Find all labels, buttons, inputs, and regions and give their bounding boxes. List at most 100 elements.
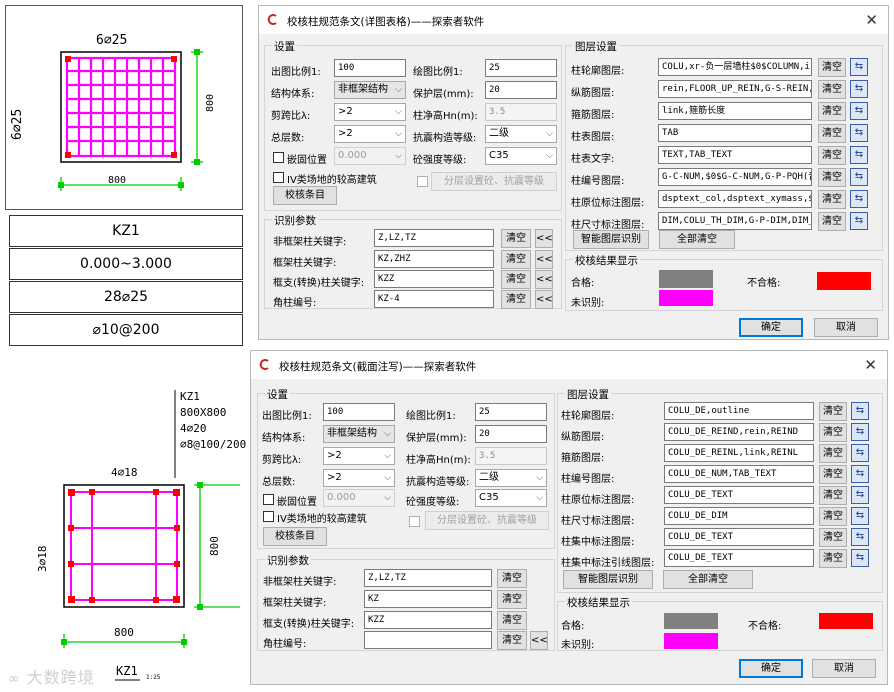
frame-key-input[interactable]: KZ,ZHZ bbox=[374, 250, 494, 268]
struct-select[interactable]: 非框架结构 ⌵ bbox=[323, 425, 395, 443]
layer-row-input[interactable]: COLU_DE_NUM,TAB_TEXT bbox=[664, 465, 814, 483]
layer-row-input[interactable]: COLU_DE_DIM bbox=[664, 507, 814, 525]
layer-row-input[interactable]: TEXT,TAB_TEXT bbox=[658, 146, 812, 164]
layer-row-input[interactable]: dsptext_col,dsptext_xymass,$( bbox=[658, 190, 812, 208]
corner-col-input[interactable]: KZ-4 bbox=[374, 290, 494, 308]
cover-input[interactable]: 20 bbox=[485, 81, 557, 99]
cover-input[interactable]: 20 bbox=[475, 425, 547, 443]
clear-button[interactable]: 清空 bbox=[501, 250, 531, 269]
clear-all-button[interactable]: 全部清空 bbox=[663, 570, 753, 589]
pick-layer-icon[interactable]: ⇆ bbox=[851, 465, 869, 483]
pick-layer-icon[interactable]: ⇆ bbox=[850, 58, 868, 76]
cancel-button[interactable]: 取消 bbox=[814, 318, 878, 337]
pick-layer-icon[interactable]: ⇆ bbox=[851, 486, 869, 504]
clear-button[interactable]: 清空 bbox=[818, 124, 846, 143]
clear-button[interactable]: 清空 bbox=[501, 270, 531, 289]
layer-set-checkbox[interactable] bbox=[409, 516, 420, 527]
pick-layer-icon[interactable]: ⇆ bbox=[850, 146, 868, 164]
pick-button[interactable]: << bbox=[535, 229, 553, 248]
check-items-button[interactable]: 校核条目 bbox=[273, 186, 337, 205]
nonframe-key-input[interactable]: Z,LZ,TZ bbox=[364, 569, 492, 587]
pick-layer-icon[interactable]: ⇆ bbox=[851, 402, 869, 420]
nonframe-key-input[interactable]: Z,LZ,TZ bbox=[374, 229, 494, 247]
pick-layer-icon[interactable]: ⇆ bbox=[850, 168, 868, 186]
clear-button[interactable]: 清空 bbox=[818, 168, 846, 187]
ok-button[interactable]: 确定 bbox=[739, 659, 803, 678]
clear-button[interactable]: 清空 bbox=[819, 549, 847, 568]
iv-site-checkbox[interactable] bbox=[273, 172, 284, 183]
clear-button[interactable]: 清空 bbox=[497, 611, 527, 630]
frame-key-input[interactable]: KZ bbox=[364, 590, 492, 608]
pick-button[interactable]: << bbox=[535, 270, 553, 289]
shear-select[interactable]: >2 ⌵ bbox=[334, 103, 406, 121]
seismic-select[interactable]: 二级 ⌵ bbox=[485, 125, 557, 143]
clear-button[interactable]: 清空 bbox=[819, 507, 847, 526]
layer-row-input[interactable]: DIM,COLU_TH_DIM,G-P-DIM,DIM_! bbox=[658, 212, 812, 230]
pick-layer-icon[interactable]: ⇆ bbox=[850, 190, 868, 208]
layer-row-input[interactable]: COLU,xr-负一层墙柱$0$COLUMN,i bbox=[658, 58, 812, 76]
struct-select[interactable]: 非框架结构 ⌵ bbox=[334, 81, 406, 99]
pick-layer-icon[interactable]: ⇆ bbox=[850, 212, 868, 230]
floors-select[interactable]: >2 ⌵ bbox=[323, 469, 395, 487]
pick-layer-icon[interactable]: ⇆ bbox=[850, 124, 868, 142]
pick-button[interactable]: << bbox=[535, 250, 553, 269]
check-items-button[interactable]: 校核条目 bbox=[263, 527, 327, 546]
layer-row-input[interactable]: TAB bbox=[658, 124, 812, 142]
clear-button[interactable]: 清空 bbox=[818, 80, 846, 99]
smart-layer-button[interactable]: 智能图层识别 bbox=[573, 230, 649, 249]
clear-button[interactable]: 清空 bbox=[818, 146, 846, 165]
clear-button[interactable]: 清空 bbox=[497, 631, 527, 650]
clear-button[interactable]: 清空 bbox=[497, 590, 527, 609]
pick-layer-icon[interactable]: ⇆ bbox=[851, 528, 869, 546]
embed-checkbox[interactable] bbox=[273, 152, 284, 163]
close-icon[interactable]: ✕ bbox=[864, 356, 877, 374]
layer-row-input[interactable]: COLU_DE_REIND,rein,REIND bbox=[664, 423, 814, 441]
layer-row-input[interactable]: COLU_DE_REINL,link,REINL bbox=[664, 444, 814, 462]
concrete-select[interactable]: C35 ⌵ bbox=[475, 489, 547, 507]
clear-button[interactable]: 清空 bbox=[501, 229, 531, 248]
clear-button[interactable]: 清空 bbox=[497, 569, 527, 588]
clear-button[interactable]: 清空 bbox=[819, 444, 847, 463]
pick-layer-icon[interactable]: ⇆ bbox=[851, 549, 869, 567]
layer-row-input[interactable]: rein,FLOOR_UP_REIN,G-S-REIN,( bbox=[658, 80, 812, 98]
clear-button[interactable]: 清空 bbox=[501, 290, 531, 309]
pick-layer-icon[interactable]: ⇆ bbox=[851, 444, 869, 462]
draw-scale-input[interactable]: 25 bbox=[475, 403, 547, 421]
pick-layer-icon[interactable]: ⇆ bbox=[851, 423, 869, 441]
clear-all-button[interactable]: 全部清空 bbox=[659, 230, 735, 249]
cancel-button[interactable]: 取消 bbox=[812, 659, 876, 678]
layer-row-input[interactable]: COLU_DE_TEXT bbox=[664, 528, 814, 546]
clear-button[interactable]: 清空 bbox=[819, 423, 847, 442]
clear-button[interactable]: 清空 bbox=[819, 528, 847, 547]
concrete-select[interactable]: C35 ⌵ bbox=[485, 147, 557, 165]
transfer-key-input[interactable]: KZZ bbox=[364, 611, 492, 629]
embed-checkbox[interactable] bbox=[263, 494, 274, 505]
corner-col-input[interactable] bbox=[364, 631, 492, 649]
pick-layer-icon[interactable]: ⇆ bbox=[850, 102, 868, 120]
layer-row-input[interactable]: COLU_DE,outline bbox=[664, 402, 814, 420]
draw-scale-input[interactable]: 25 bbox=[485, 59, 557, 77]
transfer-key-input[interactable]: KZZ bbox=[374, 270, 494, 288]
clear-button[interactable]: 清空 bbox=[819, 402, 847, 421]
layer-set-checkbox[interactable] bbox=[417, 176, 428, 187]
clear-button[interactable]: 清空 bbox=[818, 58, 846, 77]
layer-row-input[interactable]: COLU_DE_TEXT bbox=[664, 486, 814, 504]
ok-button[interactable]: 确定 bbox=[739, 318, 803, 337]
clear-button[interactable]: 清空 bbox=[819, 486, 847, 505]
out-scale-input[interactable]: 100 bbox=[323, 403, 395, 421]
out-scale-input[interactable]: 100 bbox=[334, 59, 406, 77]
clear-button[interactable]: 清空 bbox=[818, 212, 846, 231]
clear-button[interactable]: 清空 bbox=[819, 465, 847, 484]
smart-layer-button[interactable]: 智能图层识别 bbox=[563, 570, 653, 589]
pick-layer-icon[interactable]: ⇆ bbox=[851, 507, 869, 525]
pick-layer-icon[interactable]: ⇆ bbox=[850, 80, 868, 98]
clear-button[interactable]: 清空 bbox=[818, 102, 846, 121]
iv-site-checkbox[interactable] bbox=[263, 511, 274, 522]
pick-button[interactable]: << bbox=[535, 290, 553, 309]
layer-row-input[interactable]: COLU_DE_TEXT bbox=[664, 549, 814, 567]
seismic-select[interactable]: 二级 ⌵ bbox=[475, 469, 547, 487]
layer-row-input[interactable]: G-C-NUM,$0$G-C-NUM,G-P-PQH(音 bbox=[658, 168, 812, 186]
layer-row-input[interactable]: link,箍筋长度 bbox=[658, 102, 812, 120]
clear-button[interactable]: 清空 bbox=[818, 190, 846, 209]
shear-select[interactable]: >2 ⌵ bbox=[323, 447, 395, 465]
